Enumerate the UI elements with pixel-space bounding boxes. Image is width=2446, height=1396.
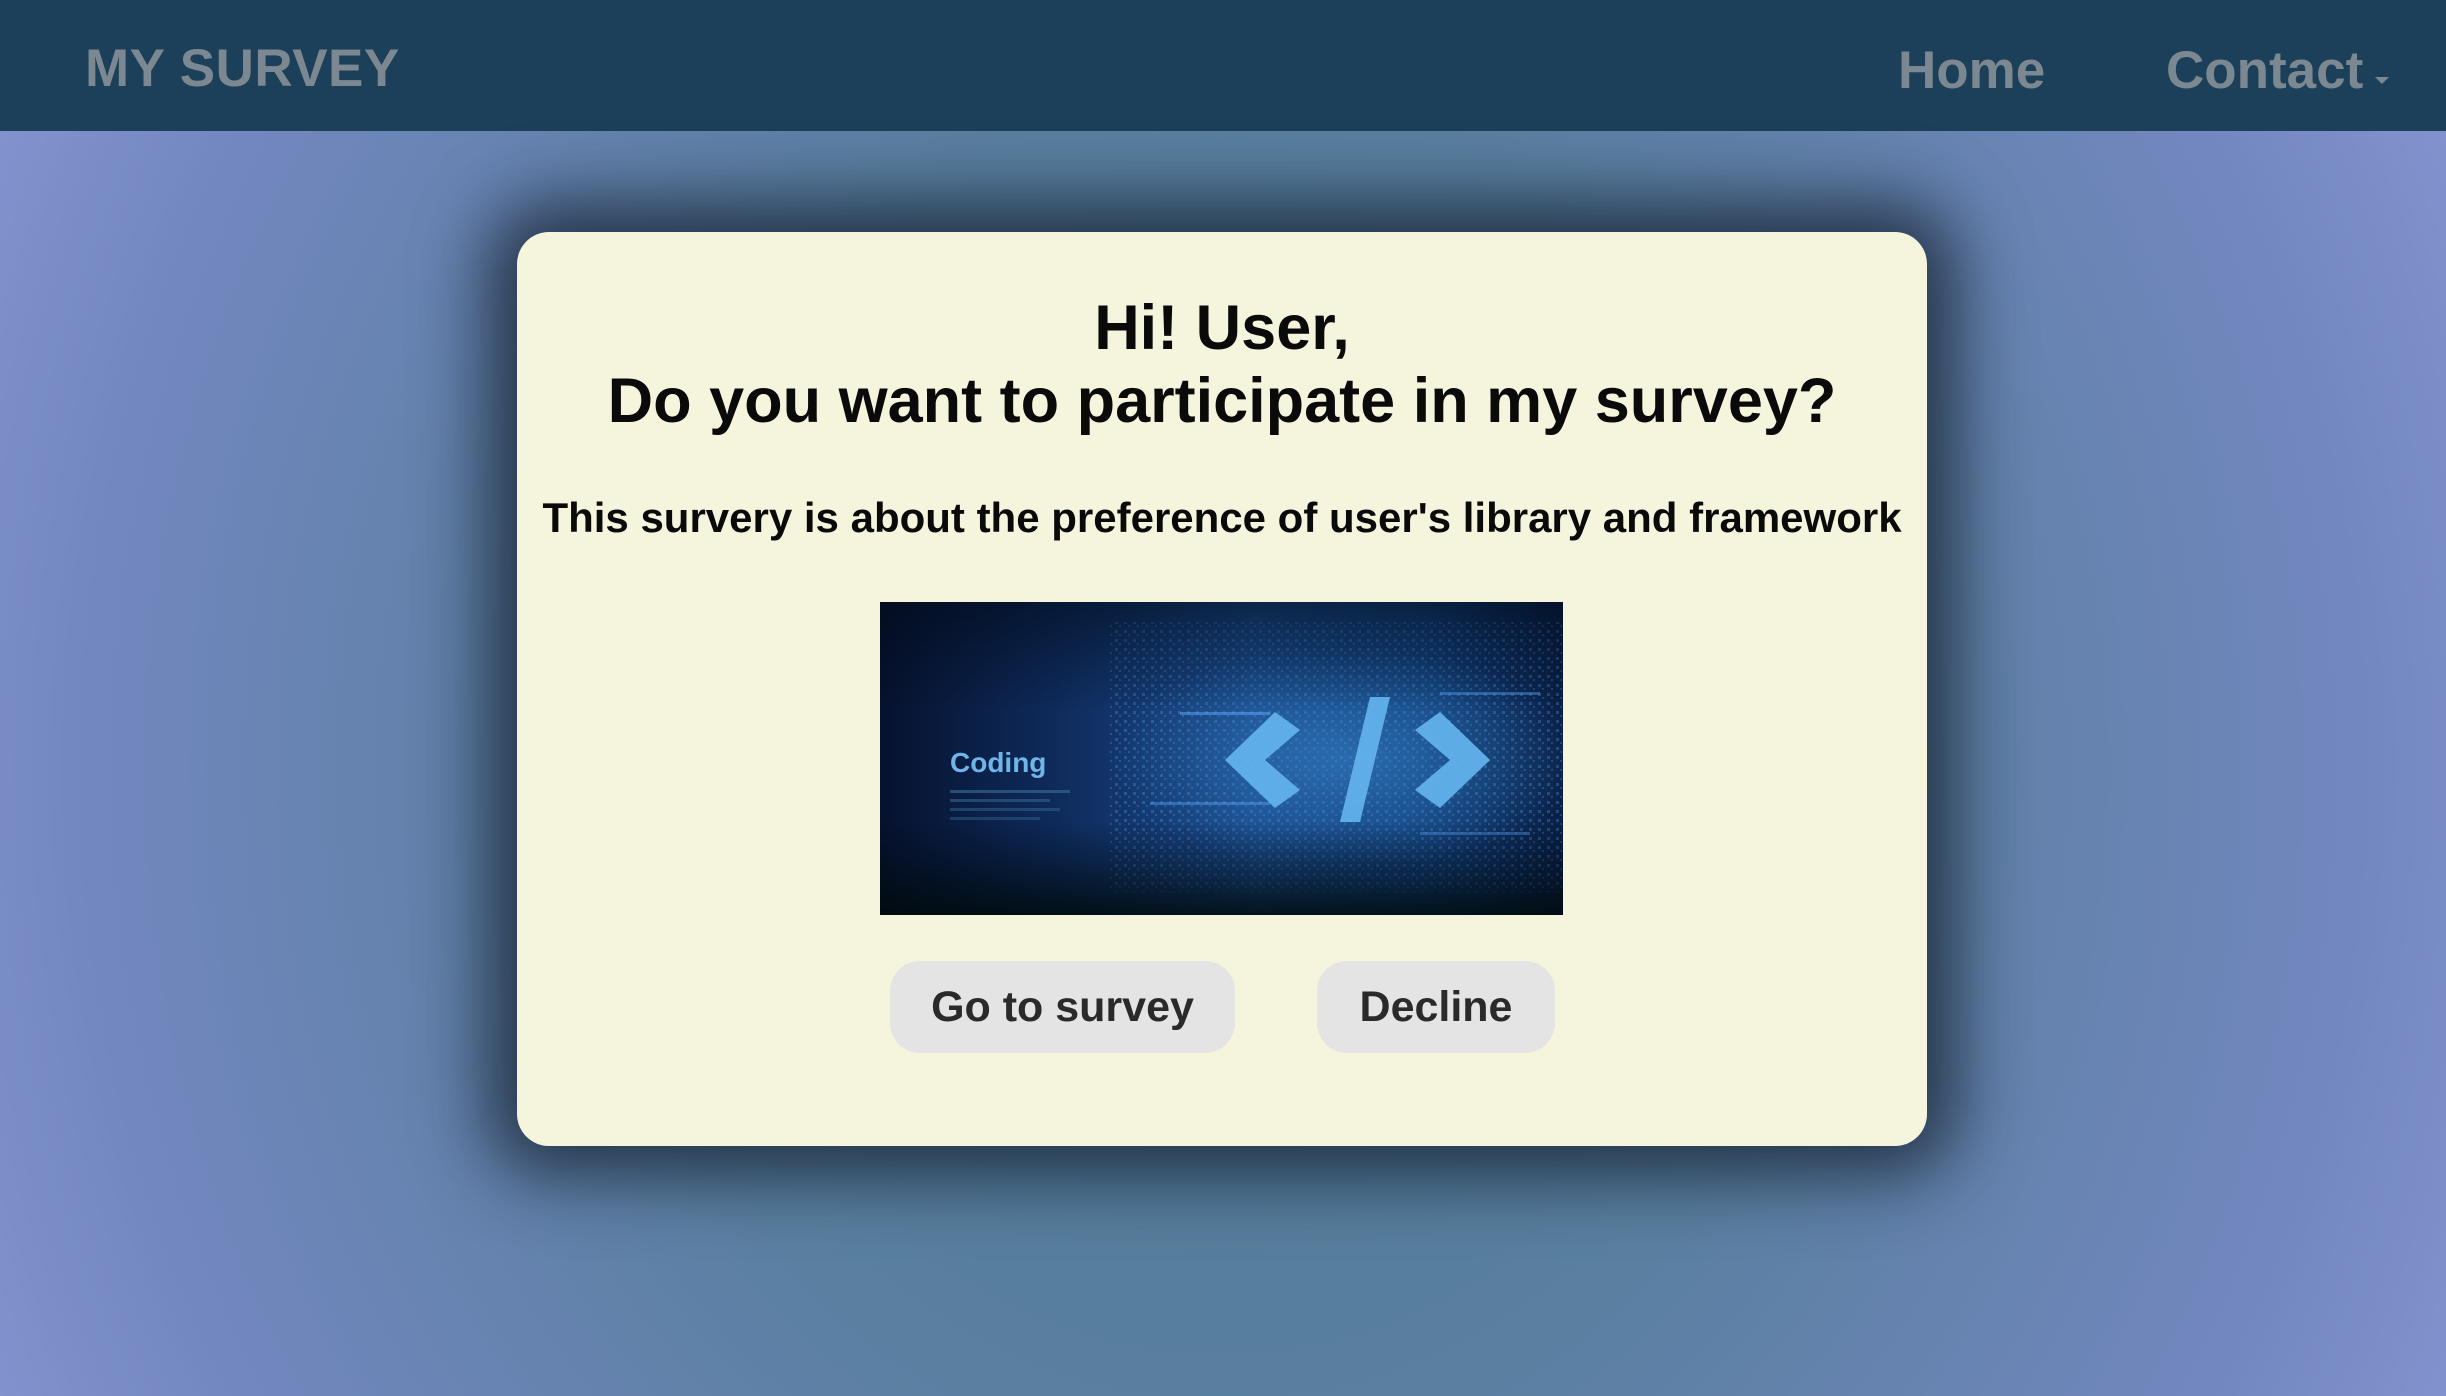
modal-greeting: Hi! User, [1094,293,1350,363]
survey-modal: Hi! User, Do you want to participate in … [517,232,1927,1146]
modal-title: Hi! User, Do you want to participate in … [517,292,1927,438]
modal-subtitle: This survery is about the preference of … [542,494,1902,541]
caret-down-icon [2375,77,2390,84]
brand-logo[interactable]: MY SURVEY [85,38,400,99]
banner-coding-label: Coding [950,747,1046,778]
coding-banner-image: Coding [880,602,1563,915]
navbar: MY SURVEY Home Contact [0,0,2446,131]
nav-link-home-label: Home [1898,41,2046,100]
nav-link-home[interactable]: Home [1898,40,2045,101]
nav-link-contact-label: Contact [2166,41,2364,100]
go-to-survey-button[interactable]: Go to survey [890,961,1235,1053]
decline-button[interactable]: Decline [1317,961,1555,1053]
nav-dropdown-contact[interactable]: Contact [2166,40,2390,101]
modal-question: Do you want to participate in my survey? [607,366,1837,436]
